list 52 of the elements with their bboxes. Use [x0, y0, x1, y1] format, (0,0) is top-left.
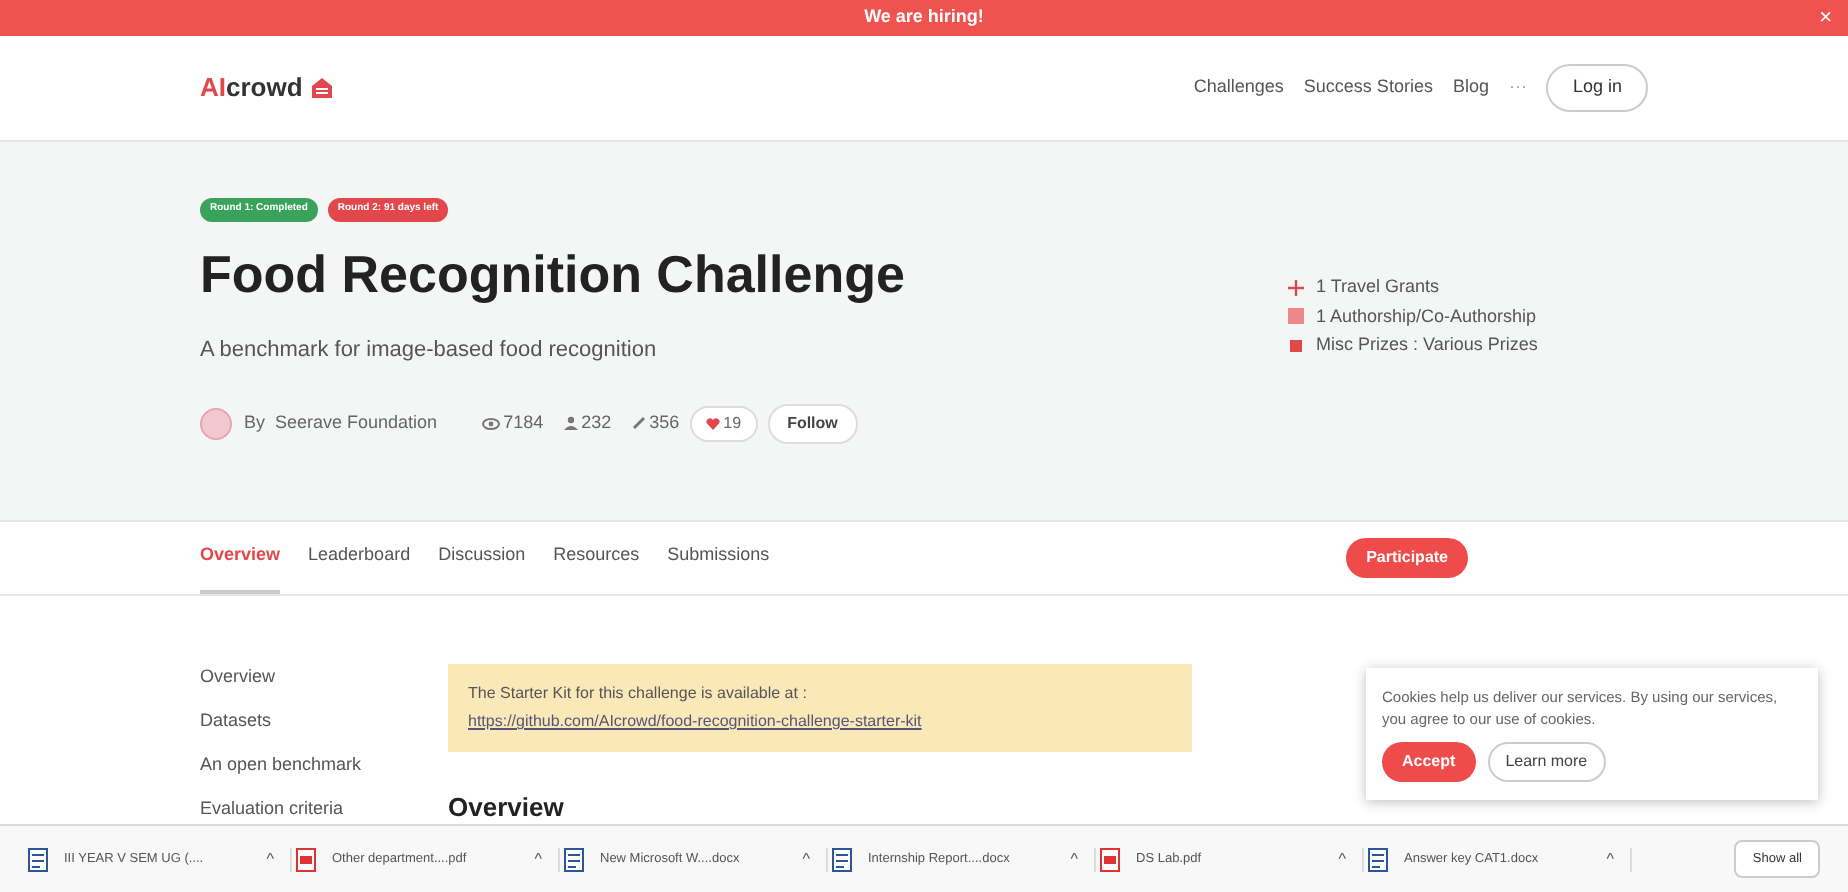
- caret-icon[interactable]: ^: [1070, 847, 1078, 871]
- views-count: 7184: [503, 409, 544, 436]
- sidebar-link[interactable]: Datasets: [200, 708, 396, 734]
- caret-icon[interactable]: ^: [802, 847, 810, 871]
- organizer-avatar: [200, 407, 232, 439]
- like-button[interactable]: 19: [689, 405, 758, 441]
- nav-link[interactable]: Challenges: [1193, 74, 1284, 102]
- accept-button[interactable]: Accept: [1382, 742, 1476, 782]
- sidebar-link[interactable]: An open benchmark: [200, 752, 396, 778]
- caret-icon[interactable]: ^: [1606, 847, 1614, 871]
- crowd-logo-icon: [310, 76, 335, 100]
- paper-icon: [1288, 308, 1304, 325]
- person-icon: [563, 416, 578, 430]
- tab[interactable]: Overview: [200, 522, 281, 594]
- challenge-subtitle: A benchmark for image-based food recognition: [200, 336, 659, 366]
- follow-button[interactable]: Follow: [767, 403, 858, 443]
- submissions-count: 356: [649, 409, 680, 436]
- eye-icon: [481, 417, 500, 429]
- caret-icon[interactable]: ^: [1338, 847, 1346, 871]
- square-icon: [1290, 339, 1302, 352]
- prize-text: 1 Travel Grants: [1316, 274, 1440, 300]
- prize-text: Misc Prizes : Various Prizes: [1316, 332, 1538, 358]
- section-heading: Overview: [448, 790, 566, 826]
- document-icon: [564, 847, 584, 871]
- tab[interactable]: Resources: [553, 522, 640, 594]
- prize-text: 1 Authorship/Co-Authorship: [1316, 303, 1537, 330]
- sidebar-link[interactable]: Evaluation criteria: [200, 796, 396, 822]
- login-button[interactable]: Log in: [1546, 64, 1648, 112]
- caret-icon[interactable]: ^: [266, 847, 274, 871]
- challenge-title: Food Recognition Challenge: [200, 241, 905, 306]
- starter-kit-link[interactable]: https://github.com/AIcrowd/food-recognition-challenge-starter-kit: [468, 708, 1172, 736]
- participants-count: 232: [581, 409, 612, 436]
- heart-icon: [705, 417, 720, 429]
- aicrowd-logo[interactable]: AIcrowd: [200, 68, 335, 108]
- caret-icon[interactable]: ^: [534, 847, 542, 871]
- pdf-file-icon: [1100, 847, 1120, 871]
- document-icon: [832, 847, 852, 871]
- document-icon: [1368, 847, 1388, 871]
- pdf-file-icon: [296, 847, 316, 871]
- tab[interactable]: Submissions: [667, 522, 770, 594]
- learn-more-button[interactable]: Learn more: [1487, 742, 1606, 782]
- nav-link[interactable]: Success Stories: [1303, 74, 1433, 102]
- notice-text: The Starter Kit for this challenge is available at :: [468, 684, 807, 702]
- plus-icon: [1288, 279, 1304, 296]
- pen-icon: [631, 416, 646, 430]
- participate-button[interactable]: Participate: [1346, 538, 1468, 578]
- organizer-name[interactable]: By Seerave Foundation: [244, 409, 438, 437]
- tab[interactable]: Leaderboard: [308, 522, 411, 594]
- sidebar-link[interactable]: Overview: [200, 664, 396, 690]
- document-icon: [28, 847, 48, 871]
- nav-link[interactable]: Blog: [1452, 74, 1489, 102]
- tab[interactable]: Discussion: [438, 522, 526, 594]
